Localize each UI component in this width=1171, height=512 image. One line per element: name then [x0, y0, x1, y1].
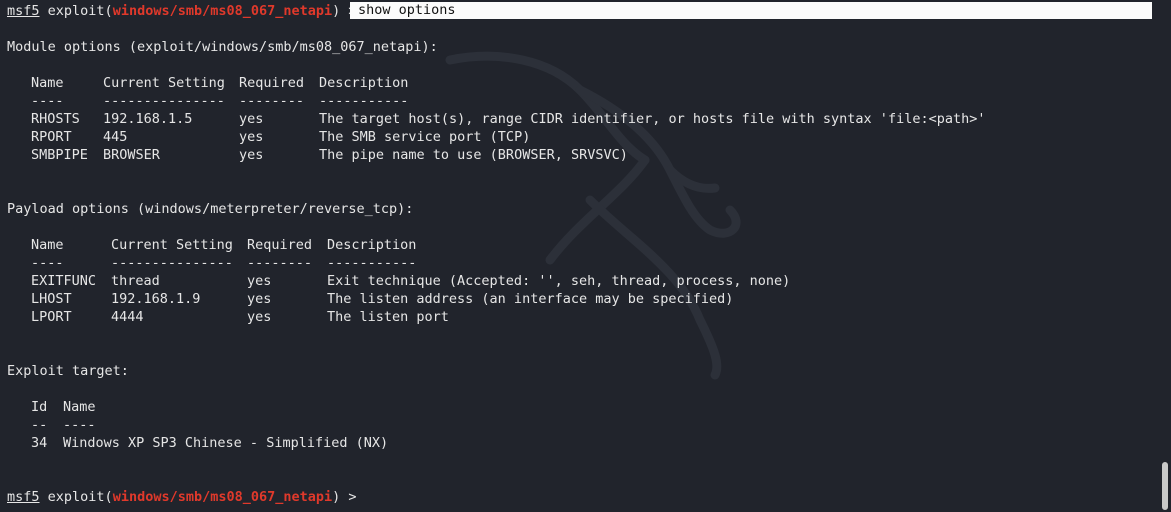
table-row-required: yes — [239, 129, 264, 145]
table-row-setting: 192.168.1.5 — [103, 111, 193, 127]
module-header-required: Required — [239, 75, 305, 91]
target-separator: ---- — [63, 417, 96, 433]
target-separator: -- — [31, 417, 48, 433]
payload-header-name: Name — [31, 237, 64, 253]
prompt-line-1: msf5 exploit(windows/smb/ms08_067_netapi… — [7, 2, 357, 20]
table-row-setting: 4444 — [111, 309, 144, 325]
payload-header-required: Required — [247, 237, 313, 253]
terminal-window[interactable]: msf5 exploit(windows/smb/ms08_067_netapi… — [0, 0, 1171, 512]
payload-separator: ----------- — [327, 255, 417, 271]
module-separator: ----------- — [319, 93, 409, 109]
table-row-name: LHOST — [31, 291, 72, 307]
table-row-name: EXITFUNC — [31, 273, 97, 289]
module-header-setting: Current Setting — [103, 75, 225, 91]
table-row-setting: 445 — [103, 129, 128, 145]
payload-header-setting: Current Setting — [111, 237, 233, 253]
table-row-required: yes — [239, 147, 264, 163]
table-row-required: yes — [247, 273, 272, 289]
table-row-name: LPORT — [31, 309, 72, 325]
kali-dragon-watermark — [445, 51, 741, 380]
module-separator: --------------- — [103, 93, 225, 109]
scrollbar[interactable] — [1157, 0, 1171, 512]
table-row-description: The listen address (an interface may be … — [327, 291, 734, 307]
table-row-description: The target host(s), range CIDR identifie… — [319, 111, 986, 127]
prompt-line-2[interactable]: msf5 exploit(windows/smb/ms08_067_netapi… — [7, 488, 357, 506]
target-header-id: Id — [31, 399, 48, 415]
table-row-description: The pipe name to use (BROWSER, SRVSVC) — [319, 147, 628, 163]
table-row-description: Exit technique (Accepted: '', seh, threa… — [327, 273, 791, 289]
msf-prompt-label: msf5 — [7, 489, 40, 505]
table-row-required: yes — [247, 309, 272, 325]
command-input-highlight[interactable]: show options — [350, 2, 1152, 19]
table-row-setting: BROWSER — [103, 147, 160, 163]
prompt-close: ) > — [332, 489, 357, 505]
module-header-name: Name — [31, 75, 64, 91]
target-header-name: Name — [63, 399, 96, 415]
table-row-required: yes — [247, 291, 272, 307]
payload-separator: --------------- — [111, 255, 233, 271]
exploit-target-heading: Exploit target: — [7, 363, 129, 379]
prompt-verb: exploit( — [47, 489, 113, 505]
table-row-required: yes — [239, 111, 264, 127]
module-path: windows/smb/ms08_067_netapi — [112, 3, 333, 19]
module-separator: -------- — [239, 93, 305, 109]
table-row-name: RHOSTS — [31, 111, 80, 127]
module-path: windows/smb/ms08_067_netapi — [112, 489, 333, 505]
payload-header-description: Description — [327, 237, 417, 253]
module-separator: ---- — [31, 93, 64, 109]
table-row-description: The listen port — [327, 309, 449, 325]
table-row-setting: thread — [111, 273, 160, 289]
table-row-setting: 192.168.1.9 — [111, 291, 201, 307]
module-header-description: Description — [319, 75, 409, 91]
payload-options-heading: Payload options (windows/meterpreter/rev… — [7, 201, 414, 217]
payload-separator: -------- — [247, 255, 313, 271]
table-row-name: RPORT — [31, 129, 72, 145]
table-row-description: The SMB service port (TCP) — [319, 129, 531, 145]
target-row-id: 34 — [31, 435, 48, 451]
scrollbar-thumb[interactable] — [1162, 462, 1168, 510]
payload-separator: ---- — [31, 255, 64, 271]
msf-prompt-label: msf5 — [7, 3, 40, 19]
target-row-name: Windows XP SP3 Chinese - Simplified (NX) — [63, 435, 389, 451]
table-row-name: SMBPIPE — [31, 147, 88, 163]
module-options-heading: Module options (exploit/windows/smb/ms08… — [7, 39, 438, 55]
prompt-verb: exploit( — [47, 3, 113, 19]
